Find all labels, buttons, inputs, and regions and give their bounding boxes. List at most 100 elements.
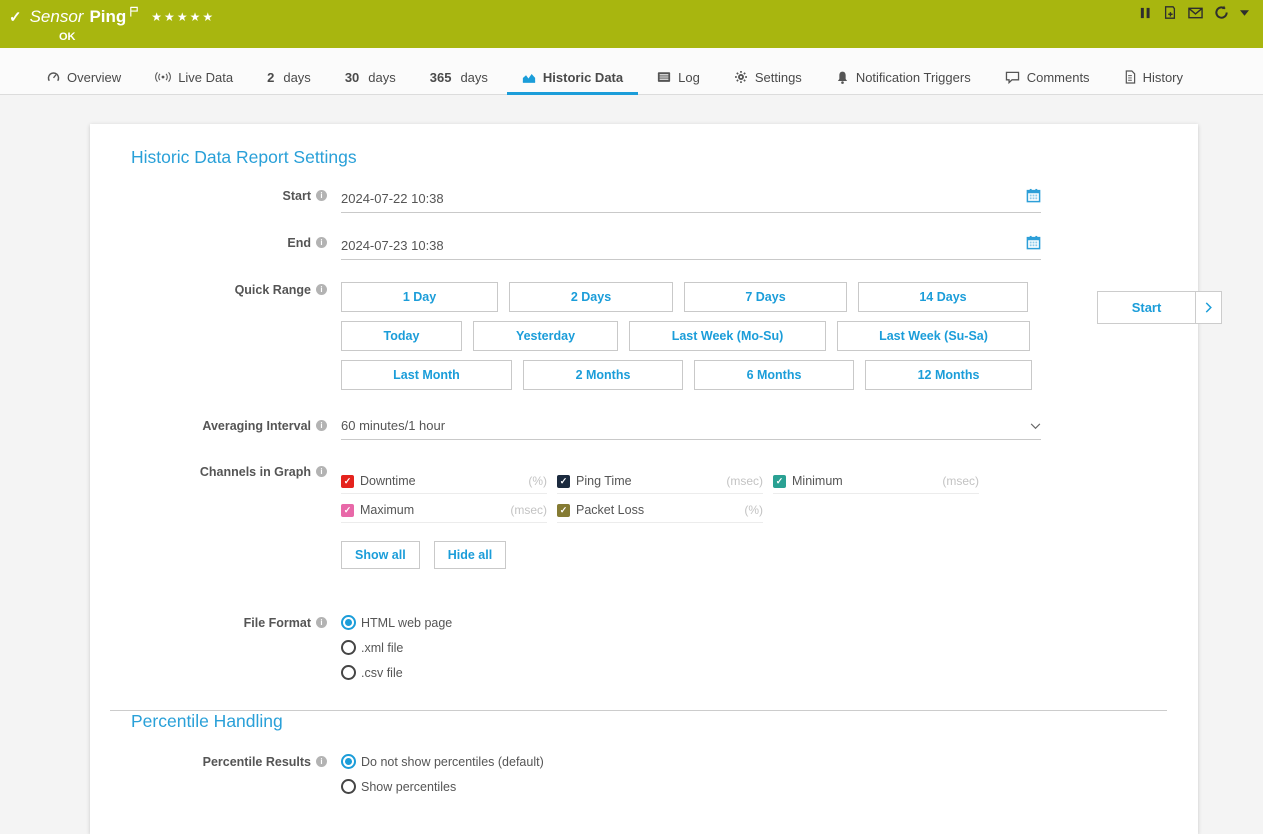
start-report-button[interactable]: Start — [1097, 291, 1196, 324]
tab-label: History — [1143, 70, 1183, 85]
quick-range-last-month-button[interactable]: Last Month — [341, 360, 512, 390]
info-icon[interactable] — [316, 237, 327, 248]
quick-range-7-days-button[interactable]: 7 Days — [684, 282, 847, 312]
settings-panel: Historic Data Report Settings Start 2024… — [90, 124, 1198, 834]
percentile-do-not-show-option[interactable]: Do not show percentiles (default) — [341, 754, 1041, 769]
field-label-text: Channels in Graph — [200, 465, 311, 479]
radio-icon — [341, 640, 356, 655]
option-label: HTML web page — [361, 616, 452, 630]
quick-range-14-days-button[interactable]: 14 Days — [858, 282, 1028, 312]
tab-label: days — [460, 70, 487, 85]
field-label-text: File Format — [244, 616, 311, 630]
hide-all-button[interactable]: Hide all — [434, 541, 506, 569]
channel-name: Ping Time — [576, 474, 632, 488]
quick-range-last-week-mo-su-button[interactable]: Last Week (Mo-Su) — [629, 321, 826, 351]
channel-name: Minimum — [792, 474, 843, 488]
radio-icon — [341, 665, 356, 680]
bell-icon — [836, 70, 849, 85]
start-date-value: 2024-07-22 10:38 — [341, 191, 444, 206]
tab-number: 30 — [345, 70, 359, 85]
status-check-icon: ✓ — [9, 8, 22, 26]
calendar-icon[interactable] — [1026, 235, 1041, 253]
channel-checkbox-downtime[interactable]: Downtime (%) — [341, 474, 547, 494]
tab-log[interactable]: Log — [640, 60, 717, 94]
email-icon[interactable] — [1188, 7, 1203, 19]
info-icon[interactable] — [316, 617, 327, 628]
channel-checkbox-minimum[interactable]: Minimum (msec) — [773, 474, 979, 494]
tab-30-days[interactable]: 30 days — [328, 60, 413, 94]
file-format-csv-option[interactable]: .csv file — [341, 665, 1041, 680]
area-chart-icon — [522, 71, 536, 84]
tab-settings[interactable]: Settings — [717, 60, 819, 94]
info-icon[interactable] — [316, 420, 327, 431]
checkbox-checked-icon — [341, 475, 354, 488]
section-title-percentile-handling: Percentile Handling — [131, 711, 1198, 732]
quick-range-2-days-button[interactable]: 2 Days — [509, 282, 673, 312]
quick-range-2-months-button[interactable]: 2 Months — [523, 360, 683, 390]
end-label: End — [131, 235, 327, 260]
file-format-html-option[interactable]: HTML web page — [341, 615, 1041, 630]
checkbox-checked-icon — [773, 475, 786, 488]
channel-name: Packet Loss — [576, 503, 644, 517]
tab-label: Live Data — [178, 70, 233, 85]
radio-icon — [341, 754, 356, 769]
file-format-label: File Format — [131, 615, 327, 680]
channel-unit: (msec) — [726, 474, 763, 488]
start-date-input[interactable]: 2024-07-22 10:38 — [341, 188, 1041, 213]
add-report-icon[interactable] — [1163, 5, 1177, 20]
tab-history[interactable]: History — [1107, 60, 1200, 94]
averaging-interval-select[interactable]: 60 minutes/1 hour — [341, 418, 1041, 440]
percentile-show-option[interactable]: Show percentiles — [341, 779, 1041, 794]
quick-range-yesterday-button[interactable]: Yesterday — [473, 321, 618, 351]
quick-range-today-button[interactable]: Today — [341, 321, 462, 351]
radio-icon — [341, 779, 356, 794]
tab-comments[interactable]: Comments — [988, 60, 1107, 94]
start-label: Start — [131, 188, 327, 213]
show-all-button[interactable]: Show all — [341, 541, 420, 569]
quick-range-1-day-button[interactable]: 1 Day — [341, 282, 498, 312]
note-icon — [1124, 70, 1136, 84]
tab-live-data[interactable]: Live Data — [138, 60, 250, 94]
option-label: .csv file — [361, 666, 403, 680]
dropdown-caret-icon[interactable] — [1240, 10, 1249, 16]
info-icon[interactable] — [316, 190, 327, 201]
tab-label: Settings — [755, 70, 802, 85]
averaging-interval-label: Averaging Interval — [131, 418, 327, 440]
checkbox-checked-icon — [557, 475, 570, 488]
channel-unit: (msec) — [942, 474, 979, 488]
pause-icon[interactable] — [1139, 6, 1152, 20]
refresh-icon[interactable] — [1214, 5, 1229, 20]
tab-number: 2 — [267, 70, 274, 85]
priority-stars[interactable]: ★★★★★ — [151, 10, 215, 24]
end-date-input[interactable]: 2024-07-23 10:38 — [341, 235, 1041, 260]
tab-overview[interactable]: Overview — [30, 60, 138, 94]
end-date-value: 2024-07-23 10:38 — [341, 238, 444, 253]
info-icon[interactable] — [316, 756, 327, 767]
flag-icon[interactable] — [129, 4, 139, 22]
info-icon[interactable] — [316, 466, 327, 477]
calendar-icon[interactable] — [1026, 188, 1041, 206]
checkbox-checked-icon — [557, 504, 570, 517]
channel-checkbox-packet-loss[interactable]: Packet Loss (%) — [557, 503, 763, 523]
tab-historic-data[interactable]: Historic Data — [505, 60, 640, 94]
sensor-tabbar: Overview Live Data 2 days 30 days 365 da… — [0, 48, 1263, 95]
channel-unit: (msec) — [510, 503, 547, 517]
tab-label: days — [283, 70, 310, 85]
channel-checkbox-ping-time[interactable]: Ping Time (msec) — [557, 474, 763, 494]
field-label-text: End — [287, 236, 311, 250]
tab-notification-triggers[interactable]: Notification Triggers — [819, 60, 988, 94]
field-label-text: Averaging Interval — [202, 419, 311, 433]
tab-365-days[interactable]: 365 days — [413, 60, 505, 94]
channel-checkbox-maximum[interactable]: Maximum (msec) — [341, 503, 547, 523]
sensor-name: Ping — [89, 7, 126, 27]
start-options-chevron-button[interactable] — [1195, 291, 1222, 324]
quick-range-last-week-su-sa-button[interactable]: Last Week (Su-Sa) — [837, 321, 1030, 351]
tab-2-days[interactable]: 2 days — [250, 60, 328, 94]
percentile-results-label: Percentile Results — [131, 754, 327, 794]
quick-range-6-months-button[interactable]: 6 Months — [694, 360, 854, 390]
file-format-xml-option[interactable]: .xml file — [341, 640, 1041, 655]
quick-range-12-months-button[interactable]: 12 Months — [865, 360, 1032, 390]
tab-label: Comments — [1027, 70, 1090, 85]
quick-range-label: Quick Range — [131, 282, 327, 390]
info-icon[interactable] — [316, 284, 327, 295]
